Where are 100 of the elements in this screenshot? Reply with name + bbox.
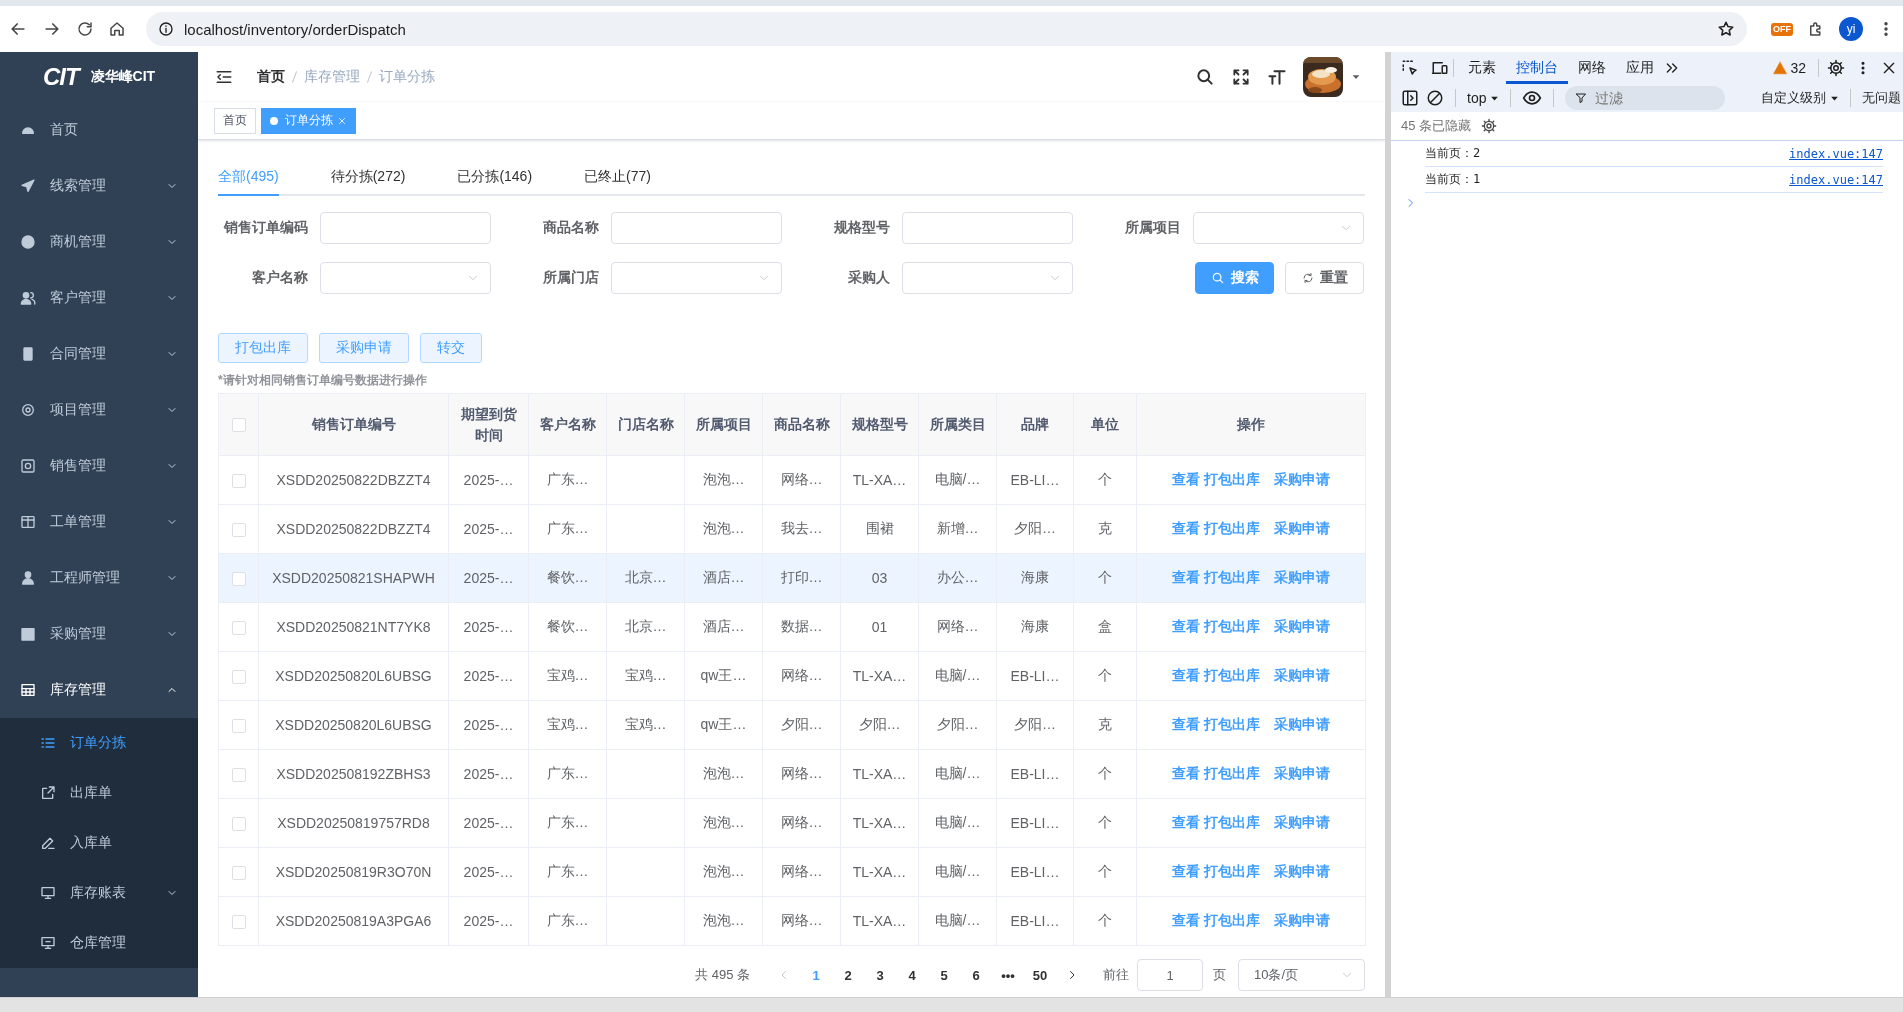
table-row[interactable]: XSDD20250820L6UBSG 2025-… 宝鸡… 宝鸡… qw王… 网络… TL-XA… 电脑/… EB-LI… 个 查看 打包出库 采购申请: [218, 651, 1366, 701]
device-icon[interactable]: [1431, 59, 1449, 77]
menu-item[interactable]: 销售管理: [0, 438, 198, 494]
text-size-icon[interactable]: [1267, 67, 1287, 87]
breadcrumb-item: 订单分拣: [379, 68, 435, 86]
table-row[interactable]: XSDD20250822DBZZT4 2025-… 广东… 泡泡… 我去… 围裙 新增… 夕阳… 克 查看 打包出库 采购申请: [218, 504, 1366, 554]
menu-item[interactable]: 库存账表: [0, 868, 198, 918]
context-select[interactable]: top: [1467, 90, 1500, 106]
table-row[interactable]: XSDD20250819R3O70N 2025-… 广东… 泡泡… 网络… TL-XA… 电脑/… EB-LI… 个 查看 打包出库 采购申请: [218, 847, 1366, 897]
menu-item[interactable]: 合同管理: [0, 326, 198, 382]
more-tabs-icon[interactable]: [1664, 60, 1680, 76]
table-cell: 个: [1073, 455, 1137, 505]
breadcrumb-link[interactable]: 首页: [257, 68, 285, 86]
menu-item[interactable]: 出库单: [0, 768, 198, 818]
tab[interactable]: 已分拣(146): [457, 160, 533, 196]
table-cell: 01: [840, 602, 919, 652]
address-field[interactable]: localhost/inventory/orderDispatch: [146, 12, 1747, 46]
select-field[interactable]: [611, 262, 782, 294]
table-row[interactable]: XSDD20250819757RD8 2025-… 广东… 泡泡… 网络… TL-XA… 电脑/… EB-LI… 个 查看 打包出库 采购申请: [218, 798, 1366, 848]
page-button[interactable]: 50: [1024, 967, 1056, 983]
search-icon[interactable]: [1195, 67, 1215, 87]
table-row[interactable]: XSDD20250821SHAPWH 2025-… 餐饮… 北京… 酒店… 打印… 03 办公… 海康 个 查看 打包出库 采购申请: [218, 553, 1366, 603]
menu-icon[interactable]: [215, 68, 233, 86]
select-field[interactable]: [1193, 212, 1364, 244]
menu-item[interactable]: 线索管理: [0, 158, 198, 214]
input-field[interactable]: [611, 212, 782, 244]
table-row[interactable]: XSDD20250819A3PGA6 2025-… 广东… 泡泡… 网络… TL-XA… 电脑/… EB-LI… 个 查看 打包出库 采购申请: [218, 896, 1366, 946]
menu-item[interactable]: 商机管理: [0, 214, 198, 270]
home-icon[interactable]: [108, 20, 126, 38]
table-row[interactable]: XSDD20250822DBZZT4 2025-… 广东… 泡泡… 网络… TL-XA… 电脑/… EB-LI… 个 查看 打包出库 采购申请: [218, 455, 1366, 505]
table-cell: 2025-…: [448, 651, 529, 701]
table-cell: 网络…: [918, 602, 997, 652]
menu-item[interactable]: 项目管理: [0, 382, 198, 438]
clear-icon[interactable]: [1426, 89, 1444, 107]
table-row[interactable]: XSDD20250821NT7YK8 2025-… 餐饮… 北京… 酒店… 数据… 01 网络… 海康 盒 查看 打包出库 采购申请: [218, 602, 1366, 652]
table-row[interactable]: XSDD20250820L6UBSG 2025-… 宝鸡… 宝鸡… qw王… 夕阳… 夕阳… 夕阳… 夕阳… 克 查看 打包出库 采购申请: [218, 700, 1366, 750]
inspect-icon[interactable]: [1401, 59, 1419, 77]
filter-field[interactable]: 过滤: [1565, 86, 1726, 110]
log-level-select[interactable]: 自定义级别: [1761, 89, 1839, 107]
menu-item[interactable]: 订单分拣: [0, 718, 198, 768]
tab[interactable]: 已终止(77): [584, 160, 651, 196]
checkbox[interactable]: [231, 719, 246, 734]
menu-item[interactable]: 库存管理: [0, 662, 198, 718]
page-button[interactable]: •••: [992, 967, 1024, 983]
select-field[interactable]: [902, 262, 1073, 294]
tab[interactable]: 待分拣(272): [330, 160, 406, 196]
checkbox[interactable]: [231, 474, 246, 489]
menu-item[interactable]: 仓库管理: [0, 918, 198, 968]
source-link[interactable]: index.vue:147: [1789, 146, 1883, 161]
eye-icon[interactable]: [1522, 88, 1543, 108]
menu-item[interactable]: 工程师管理: [0, 550, 198, 606]
checkbox[interactable]: [231, 768, 246, 783]
fullscreen-icon[interactable]: [1231, 67, 1251, 87]
table-cell: 电脑/…: [918, 749, 997, 799]
checkbox[interactable]: [231, 523, 246, 538]
menu-item[interactable]: 入库单: [0, 818, 198, 868]
checkbox[interactable]: [231, 866, 246, 881]
table-row[interactable]: XSDD202508192ZBHS3 2025-… 广东… 泡泡… 网络… TL-XA… 电脑/… EB-LI… 个 查看 打包出库 采购申请: [218, 749, 1366, 799]
settings-icon[interactable]: [1827, 59, 1845, 77]
checkbox[interactable]: [231, 621, 246, 636]
caret-icon[interactable]: [1351, 72, 1361, 82]
page-input[interactable]: 1: [1137, 959, 1203, 991]
checkbox[interactable]: [231, 817, 246, 832]
page-button[interactable]: 6: [960, 967, 992, 983]
table-cell: 宝鸡…: [606, 651, 685, 701]
table-cell: XSDD20250822DBZZT4: [258, 455, 449, 505]
checkbox[interactable]: [231, 572, 246, 587]
tab[interactable]: 应用: [1616, 52, 1664, 84]
checkbox[interactable]: [231, 915, 246, 930]
page-size-select[interactable]: 10条/页: [1238, 959, 1365, 991]
close-icon[interactable]: [1881, 60, 1897, 76]
tab[interactable]: 元素: [1458, 52, 1506, 84]
edit-icon: [40, 835, 56, 851]
sidebar-toggle-icon[interactable]: [1401, 89, 1419, 107]
page-button[interactable]: 5: [928, 967, 960, 983]
select-all-checkbox[interactable]: [231, 418, 246, 433]
menu-item[interactable]: 客户管理: [0, 270, 198, 326]
page-button[interactable]: 3: [864, 967, 896, 983]
page-button[interactable]: 2: [832, 967, 864, 983]
page-button[interactable]: 4: [896, 967, 928, 983]
table-cell: 海康: [996, 602, 1074, 652]
select-field[interactable]: [320, 262, 491, 294]
input-field[interactable]: [902, 212, 1073, 244]
input-field[interactable]: [320, 212, 491, 244]
reset-button[interactable]: 重置: [1285, 262, 1364, 294]
source-link[interactable]: index.vue:147: [1789, 172, 1883, 187]
menu-item[interactable]: 采购管理: [0, 606, 198, 662]
settings-icon[interactable]: [1481, 118, 1498, 134]
reload-icon[interactable]: [76, 20, 94, 38]
issues-button[interactable]: 无问题: [1862, 89, 1901, 107]
tab[interactable]: 网络: [1568, 52, 1616, 84]
menu-item[interactable]: 工单管理: [0, 494, 198, 550]
table-cell: 餐饮…: [528, 602, 607, 652]
checkbox[interactable]: [231, 670, 246, 685]
menu-item[interactable]: 首页: [0, 102, 198, 158]
table-cell: 泡泡…: [684, 504, 763, 554]
warning-count[interactable]: 32: [1773, 60, 1806, 76]
star-icon[interactable]: [1717, 20, 1735, 38]
tab[interactable]: 首页: [214, 107, 256, 134]
profile-avatar[interactable]: yi: [1839, 17, 1863, 41]
